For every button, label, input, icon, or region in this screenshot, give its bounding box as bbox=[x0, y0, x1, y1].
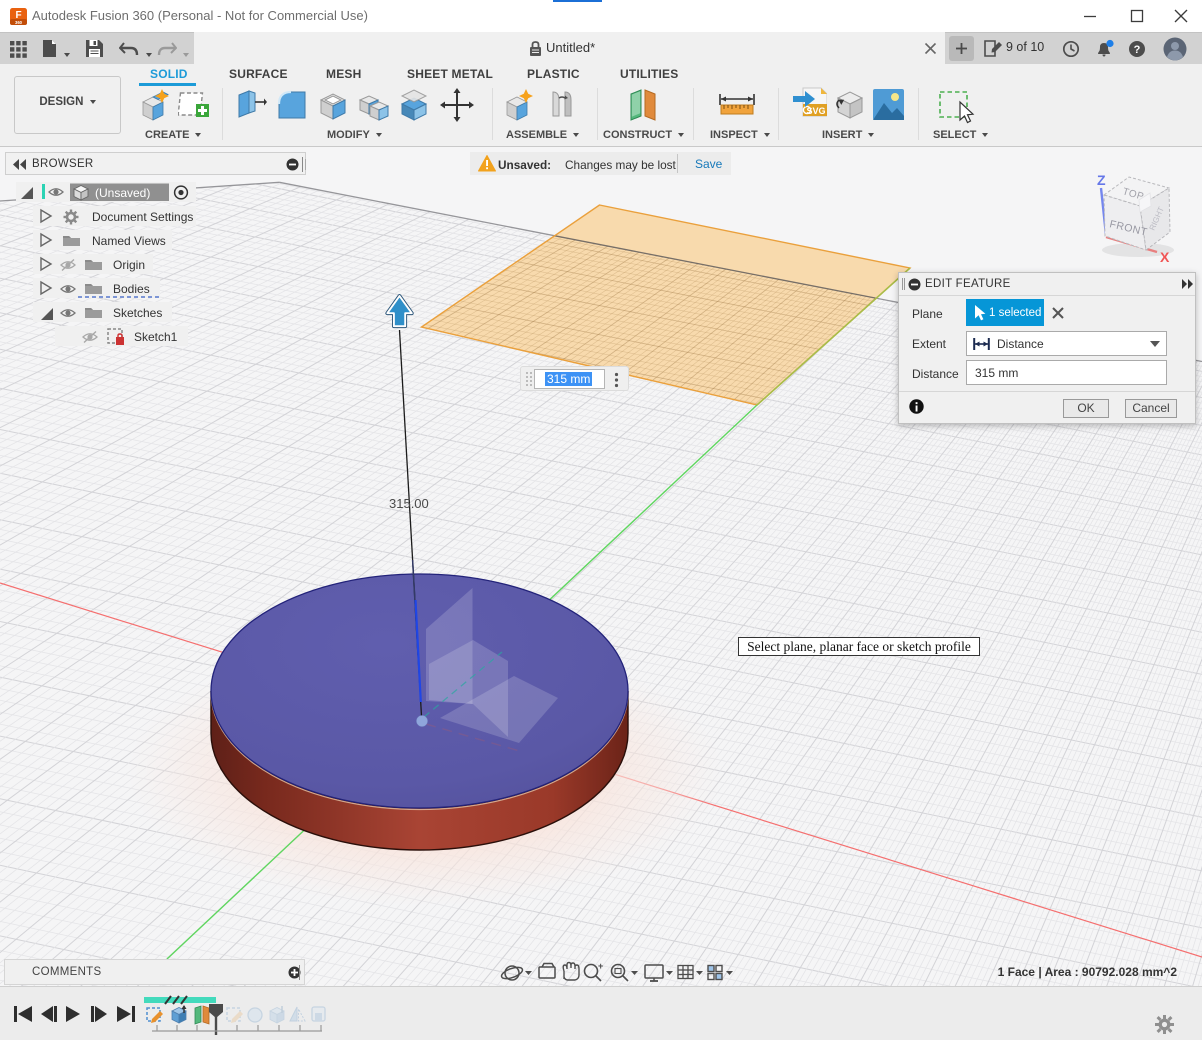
svg-text:X: X bbox=[1160, 249, 1170, 265]
svg-text:315.00: 315.00 bbox=[389, 496, 429, 511]
svg-text:Z: Z bbox=[1097, 172, 1106, 188]
svg-text:+: + bbox=[598, 961, 603, 971]
svg-text:360: 360 bbox=[15, 20, 23, 25]
svg-text:?: ? bbox=[1134, 44, 1141, 56]
